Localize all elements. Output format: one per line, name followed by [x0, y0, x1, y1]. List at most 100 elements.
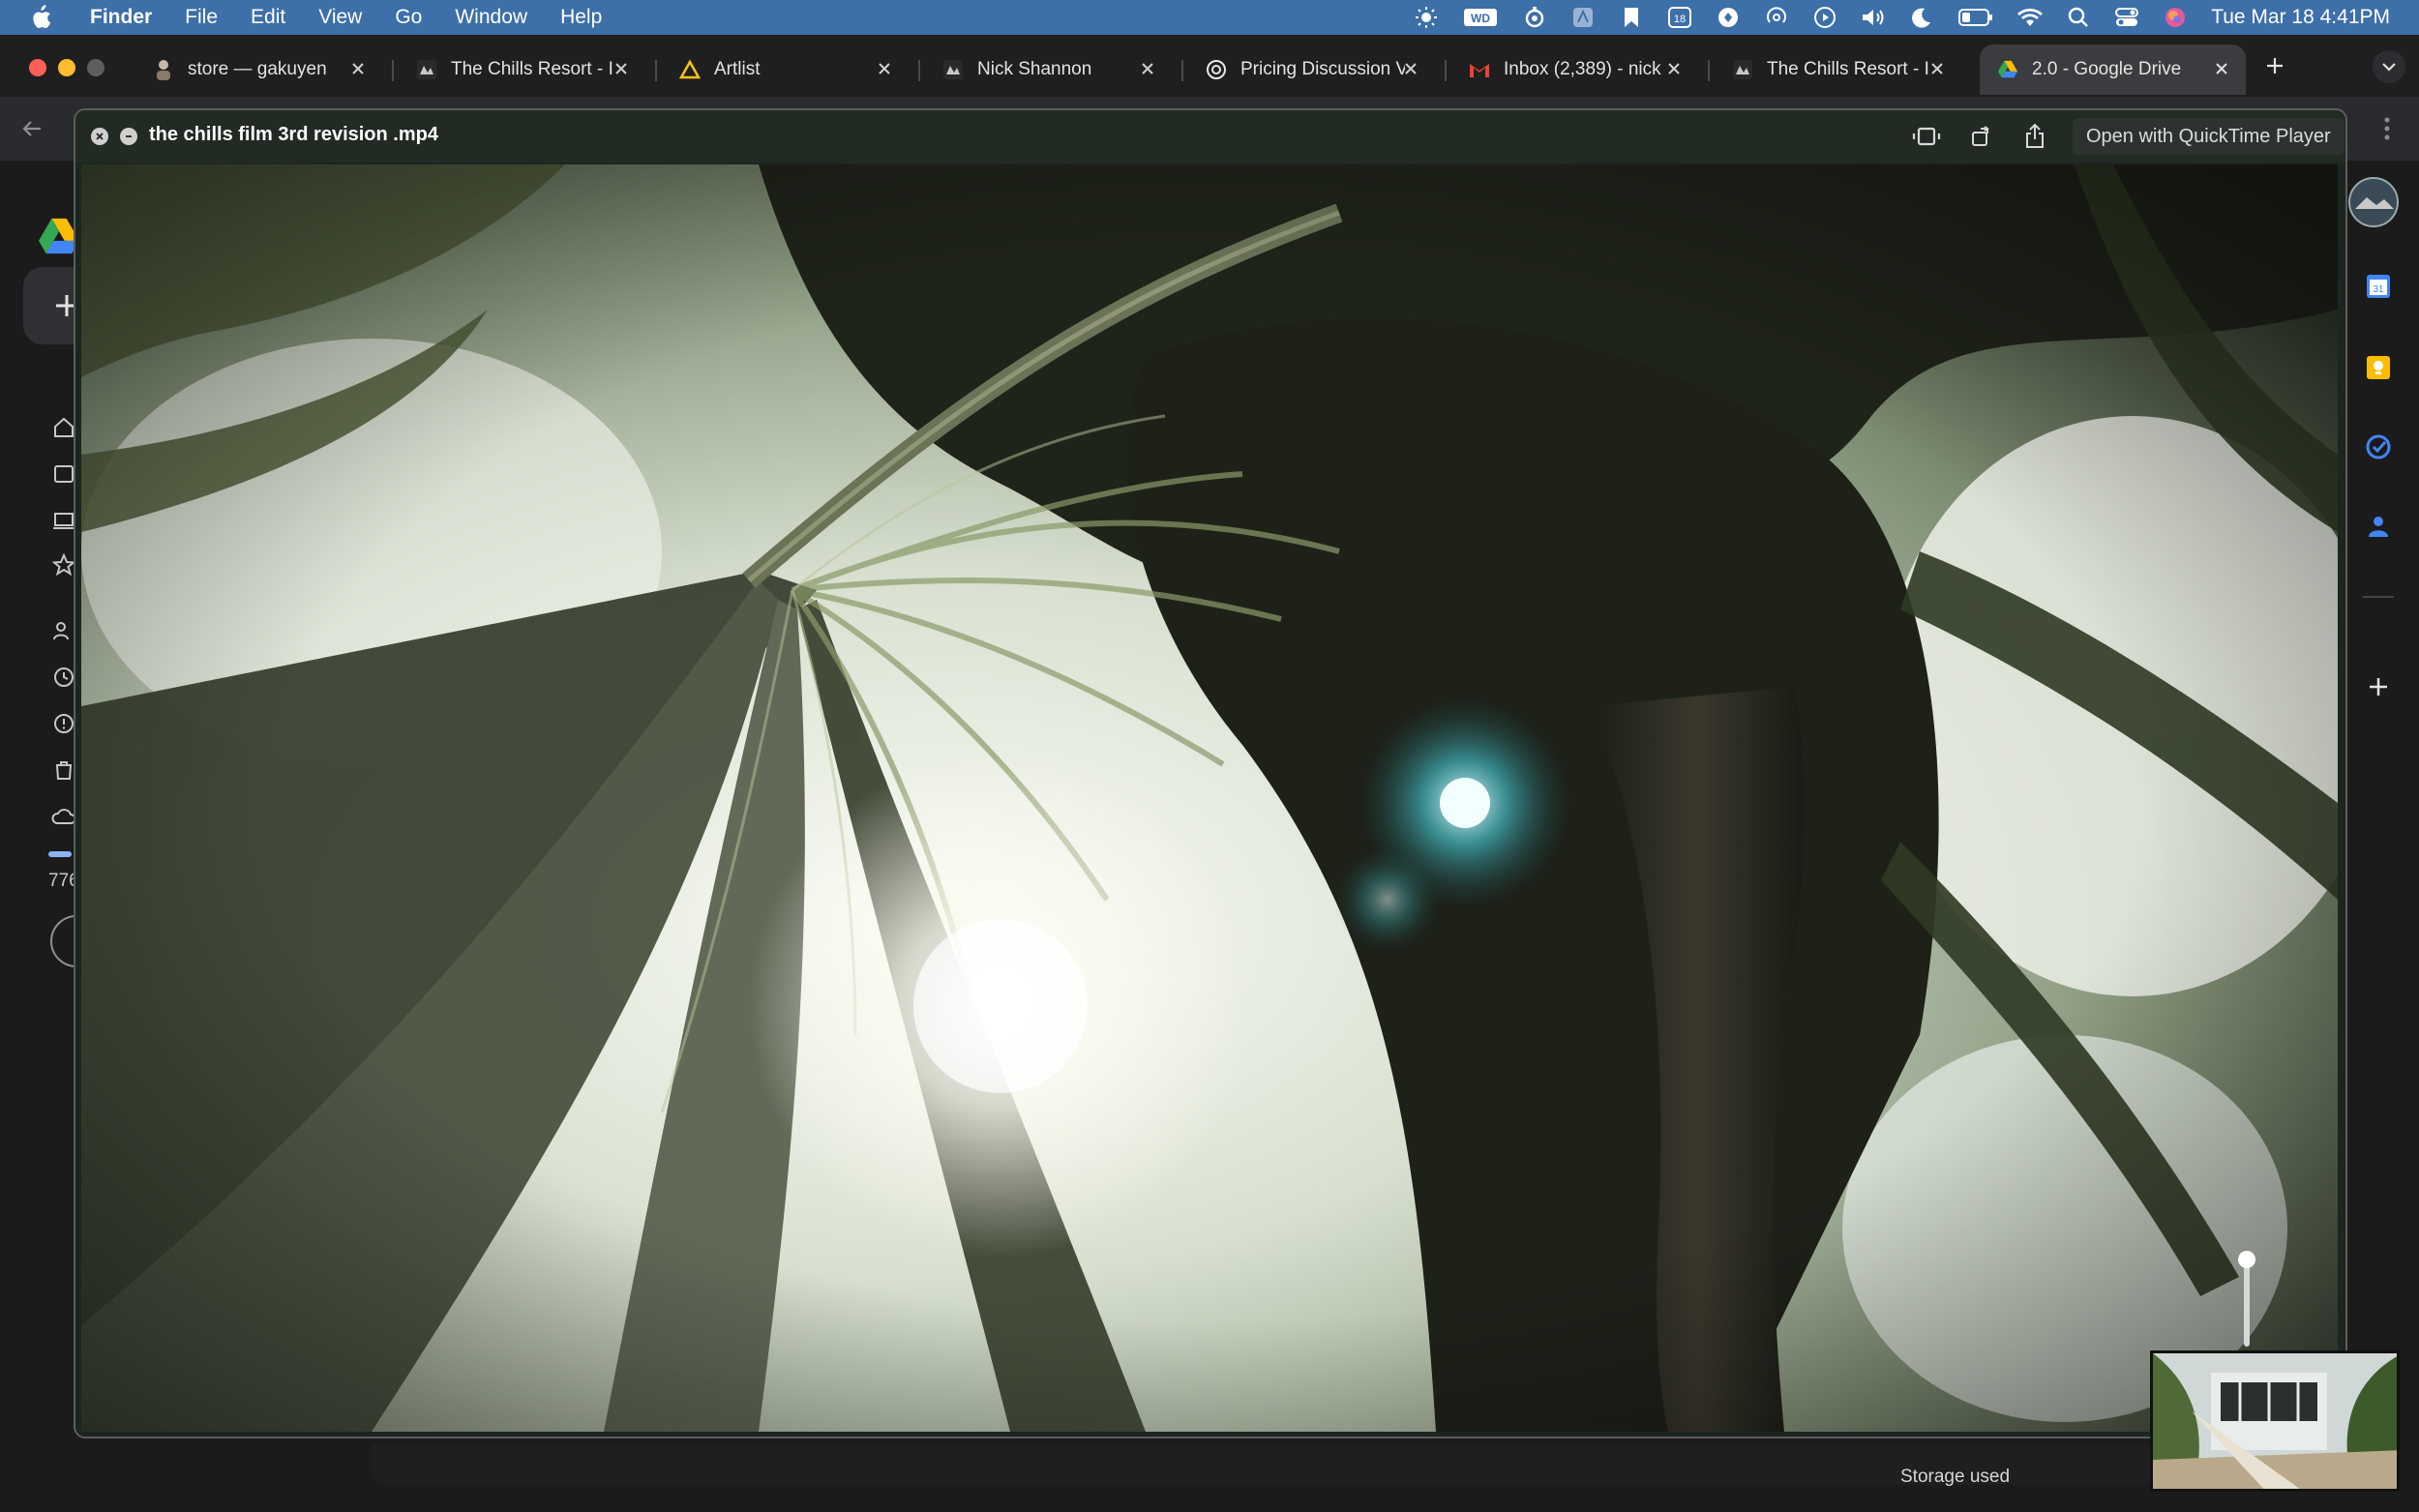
chills-icon [416, 59, 437, 80]
new-tab-button[interactable] [2259, 50, 2290, 81]
menu-go[interactable]: Go [378, 6, 438, 29]
tab-title: 2.0 - Google Drive [2032, 59, 2182, 79]
gmail-icon [1469, 59, 1490, 80]
timer-icon[interactable] [1522, 5, 1547, 30]
add-app-icon[interactable] [2357, 666, 2400, 708]
quicklook-file-name: the chills film 3rd revision .mp4 [149, 124, 438, 145]
record-icon[interactable] [1716, 5, 1741, 30]
google-drive-icon [1997, 59, 2018, 80]
keep-app-icon[interactable] [2357, 346, 2400, 389]
rotate-icon[interactable] [1966, 123, 1995, 150]
menu-edit[interactable]: Edit [234, 6, 302, 29]
play-icon[interactable] [1812, 5, 1837, 30]
volume-slider-knob[interactable] [2238, 1251, 2255, 1268]
close-icon[interactable] [347, 58, 369, 79]
menubar-clock[interactable]: Tue Mar 18 4:41PM [2211, 6, 2390, 29]
open-with-quicktime-button[interactable]: Open with QuickTime Player [2073, 118, 2344, 155]
tab-divider [1708, 60, 1710, 81]
menu-window[interactable]: Window [438, 6, 544, 29]
brightness-icon[interactable] [1414, 5, 1439, 30]
window-minimize-button[interactable] [58, 59, 75, 76]
tab-title: store — gakuyen [188, 59, 327, 79]
siri-icon[interactable] [2163, 5, 2188, 30]
tab-divider [392, 60, 394, 81]
status-area: WD 18 Tue Mar 18 4:41PM [1414, 0, 2390, 35]
back-arrow-icon[interactable] [17, 114, 46, 143]
bookmark-icon[interactable] [1619, 5, 1644, 30]
tab-divider [1445, 60, 1447, 81]
drive-content-bottom [372, 1444, 2316, 1485]
quicklook-titlebar: the chills film 3rd revision .mp4 Open w… [75, 110, 2345, 163]
chatgpt-icon [1206, 59, 1227, 80]
menu-help[interactable]: Help [544, 6, 618, 29]
volume-icon[interactable] [1861, 5, 1886, 30]
svg-text:18: 18 [1674, 14, 1686, 25]
close-icon[interactable] [611, 58, 632, 79]
quicklook-close-button[interactable] [91, 128, 108, 145]
chills-icon [1732, 59, 1753, 80]
calendar-app-icon[interactable]: 31 [2357, 265, 2400, 308]
tab-divider [1181, 60, 1183, 81]
storage-progress-bar [48, 851, 72, 857]
macos-menu-bar: Finder File Edit View Go Window Help WD … [0, 0, 2419, 35]
contacts-app-icon[interactable] [2357, 505, 2400, 548]
tab-title: Nick Shannon [977, 59, 1092, 79]
tab-title: The Chills Resort - I [1767, 59, 1929, 79]
close-icon[interactable] [1926, 58, 1948, 79]
calendar-icon[interactable]: 18 [1667, 5, 1692, 30]
close-icon[interactable] [1137, 58, 1158, 79]
tab-divider [655, 60, 657, 81]
battery-icon[interactable] [1957, 5, 1994, 30]
tab-title: Artlist [714, 59, 761, 79]
menu-file[interactable]: File [168, 6, 234, 29]
avatar[interactable] [2347, 176, 2400, 228]
rail-divider [2363, 596, 2394, 598]
chills-icon [942, 59, 964, 80]
window-close-button[interactable] [29, 59, 46, 76]
video-frame-palm-tree-image [81, 164, 2338, 1432]
tab-strip: store — gakuyen The Chills Resort - I Ar… [0, 35, 2419, 97]
tab-title: Inbox (2,389) - nick [1504, 59, 1661, 79]
airdrop-icon[interactable] [1764, 5, 1789, 30]
share-icon[interactable] [2020, 123, 2049, 150]
tab-title: Pricing Discussion V [1240, 59, 1405, 79]
close-icon[interactable] [1663, 58, 1685, 79]
menu-app-name[interactable]: Finder [74, 6, 168, 29]
storage-used-label: Storage used [1900, 1467, 2011, 1487]
tab-title: The Chills Resort - I [451, 59, 613, 79]
svg-text:WD: WD [1471, 12, 1490, 25]
video-thumbnail-preview[interactable] [2150, 1350, 2400, 1492]
close-icon[interactable] [874, 58, 895, 79]
tab-search-button[interactable] [2373, 50, 2405, 83]
person-icon [153, 59, 174, 80]
wifi-icon[interactable] [2017, 5, 2044, 30]
window-zoom-button[interactable] [87, 59, 105, 76]
moon-icon[interactable] [1909, 5, 1934, 30]
tab-gmail-inbox[interactable]: Inbox (2,389) - nick [1451, 44, 1698, 95]
close-icon[interactable] [1400, 58, 1421, 79]
close-icon[interactable] [2211, 58, 2232, 79]
tab-chills-resort-1[interactable]: The Chills Resort - I [399, 44, 645, 95]
tab-chills-resort-2[interactable]: The Chills Resort - I [1715, 44, 1961, 95]
tab-pricing-discussion[interactable]: Pricing Discussion V [1188, 44, 1435, 95]
artlist-icon [679, 59, 701, 80]
tab-divider [918, 60, 920, 81]
apple-logo-icon[interactable] [27, 4, 54, 31]
more-options-icon[interactable] [2373, 114, 2402, 143]
svg-text:31: 31 [2373, 284, 2384, 295]
control-center-icon[interactable] [2114, 5, 2139, 30]
tab-google-drive[interactable]: 2.0 - Google Drive [1980, 44, 2246, 95]
tab-artlist[interactable]: Artlist [662, 44, 909, 95]
volume-slider-track[interactable] [2244, 1260, 2250, 1347]
tab-nick-shannon[interactable]: Nick Shannon [925, 44, 1172, 95]
app-icon[interactable] [1570, 5, 1596, 30]
thumbnail-image [2153, 1353, 2397, 1489]
quicklook-fullscreen-button[interactable] [120, 128, 137, 145]
trim-icon[interactable] [1912, 123, 1941, 150]
menu-view[interactable]: View [302, 6, 378, 29]
tab-store-gakuyen[interactable]: store — gakuyen [135, 44, 382, 95]
wd-drive-icon[interactable]: WD [1462, 5, 1499, 30]
tasks-app-icon[interactable] [2357, 426, 2400, 468]
video-frame[interactable] [81, 164, 2338, 1432]
spotlight-icon[interactable] [2066, 5, 2091, 30]
